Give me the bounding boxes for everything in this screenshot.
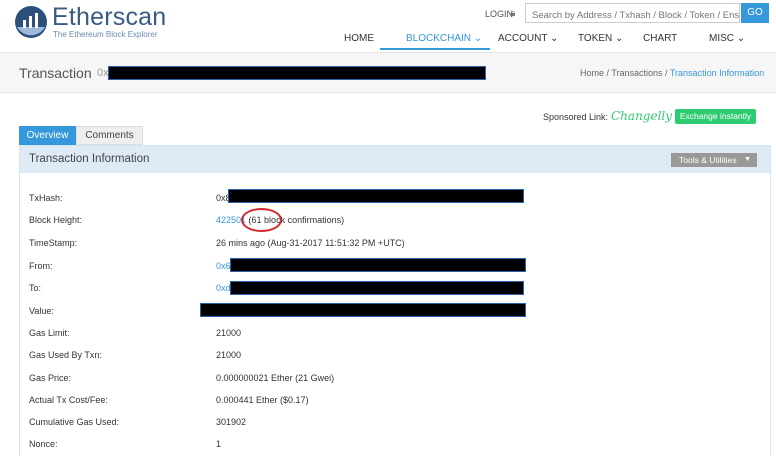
gas-used-value: 21000 [216, 350, 242, 360]
etherscan-logo-icon[interactable] [14, 5, 48, 39]
redacted-title-hash [108, 66, 486, 80]
search-go-button[interactable]: GO [741, 3, 769, 23]
nonce-label: Nonce: [29, 439, 58, 449]
panel-title: Transaction Information [29, 153, 150, 165]
breadcrumb-transactions[interactable]: Transactions [611, 68, 662, 78]
to-label: To: [29, 283, 42, 293]
value-label: Value: [29, 306, 54, 316]
page-title: Transaction [19, 65, 92, 81]
sponsor-logo[interactable]: Changelly [611, 109, 672, 123]
nav-token[interactable]: TOKEN ⌄ [578, 33, 623, 44]
annotation-ellipse [241, 208, 282, 232]
gas-limit-value: 21000 [216, 328, 242, 338]
gas-limit-label: Gas Limit: [29, 328, 70, 338]
exchange-instantly-button[interactable]: Exchange instantly [675, 109, 756, 124]
cumulative-gas-value: 301902 [216, 417, 247, 427]
caret-down-icon: ▼ [744, 156, 751, 163]
gas-price-value: 0.000000021 Ether (21 Gwei) [216, 373, 335, 383]
login-link[interactable]: LOGIN [485, 9, 513, 19]
nonce-value: 1 [216, 439, 222, 449]
title-hash-prefix: 0x [97, 67, 109, 79]
block-height-label: Block Height: [29, 215, 83, 225]
redacted-to-address [230, 281, 524, 295]
tools-utilities-button[interactable]: Tools & Utilities ▼ [671, 153, 757, 167]
nav-account[interactable]: ACCOUNT ⌄ [498, 33, 558, 44]
cumulative-gas-label: Cumulative Gas Used: [29, 417, 120, 427]
tools-utilities-label: Tools & Utilities [679, 155, 737, 165]
breadcrumb: Home / Transactions / Transaction Inform… [580, 68, 764, 78]
nav-active-indicator [380, 48, 490, 50]
txhash-label: TxHash: [29, 193, 63, 203]
from-label: From: [29, 261, 53, 271]
tab-overview[interactable]: Overview [19, 126, 76, 145]
sponsored-label: Sponsored Link: [543, 112, 609, 122]
redacted-from-address [230, 258, 526, 272]
gas-price-label: Gas Price: [29, 373, 72, 383]
nav-blockchain[interactable]: BLOCKCHAIN ⌄ [406, 33, 482, 44]
breadcrumb-sep: / [662, 68, 670, 78]
brand-tagline: The Ethereum Block Explorer [53, 30, 158, 39]
tx-fee-label: Actual Tx Cost/Fee: [29, 395, 108, 405]
login-icon[interactable]: 🔒︎ [510, 8, 515, 19]
gas-used-label: Gas Used By Txn: [29, 350, 102, 360]
breadcrumb-home[interactable]: Home [580, 68, 604, 78]
brand-name[interactable]: Etherscan [52, 3, 166, 32]
tab-comments[interactable]: Comments [76, 126, 143, 145]
timestamp-label: TimeStamp: [29, 238, 78, 248]
nav-misc[interactable]: MISC ⌄ [709, 33, 745, 44]
nav-home[interactable]: HOME [344, 33, 374, 44]
search-input[interactable] [525, 3, 740, 23]
redacted-txhash [228, 189, 524, 203]
breadcrumb-current[interactable]: Transaction Information [670, 68, 764, 78]
redacted-value [200, 303, 526, 317]
nav-chart[interactable]: CHART [643, 33, 677, 44]
to-address-link[interactable]: 0xd [216, 283, 231, 293]
timestamp-value: 26 mins ago (Aug-31-2017 11:51:32 PM +UT… [216, 238, 405, 248]
tx-fee-value: 0.000441 Ether ($0.17) [216, 395, 309, 405]
from-address-link[interactable]: 0x6 [216, 261, 231, 271]
